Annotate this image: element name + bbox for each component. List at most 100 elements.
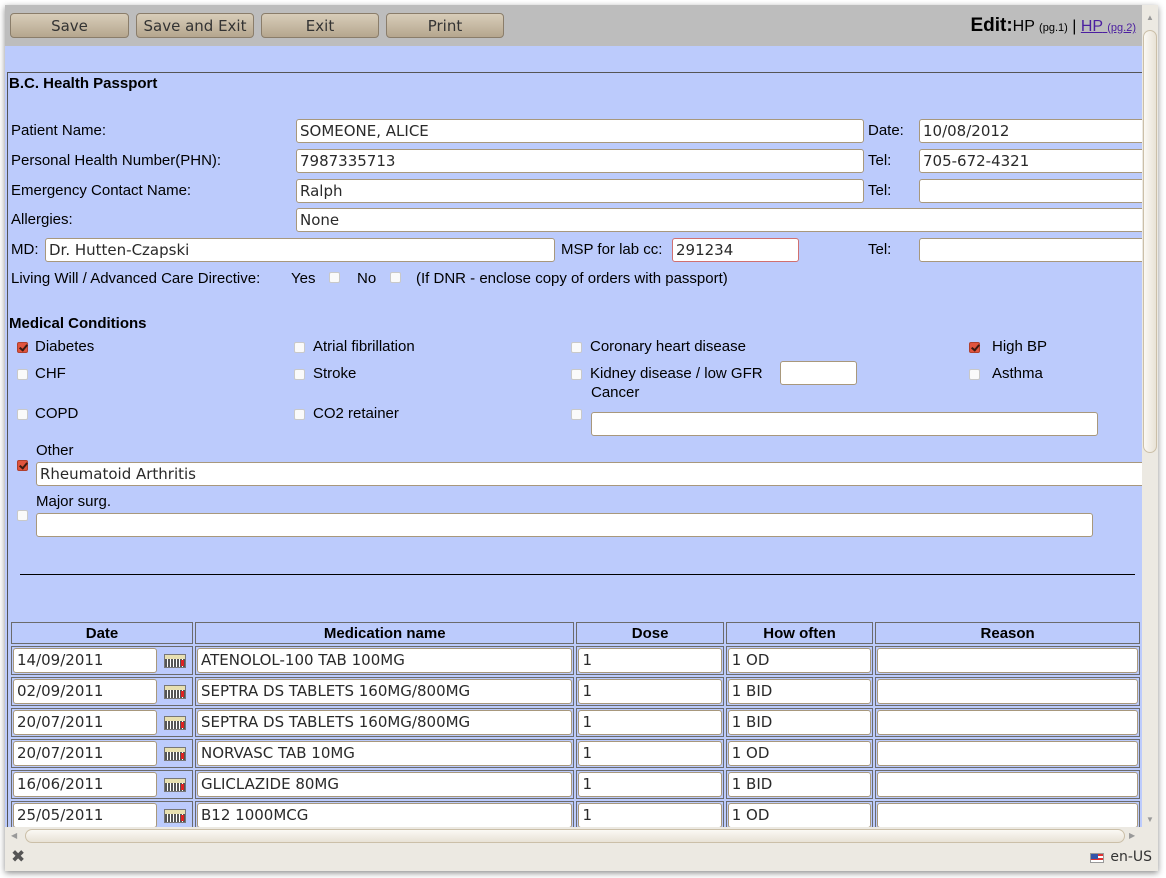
medication-how-often-input[interactable]: 1 BID: [727, 679, 872, 704]
allergies-input[interactable]: None: [296, 208, 1142, 232]
other-input[interactable]: Rheumatoid Arthritis: [36, 462, 1142, 486]
major-surgery-checkbox[interactable]: [17, 510, 28, 521]
save-button[interactable]: Save: [10, 13, 129, 38]
high-bp-checkbox[interactable]: [969, 342, 980, 353]
calendar-icon[interactable]: [164, 653, 186, 668]
medication-date-input[interactable]: 20/07/2011: [13, 710, 157, 735]
vertical-scrollbar[interactable]: ▲ ▼: [1142, 5, 1158, 827]
medication-dose-input[interactable]: 1: [578, 741, 722, 766]
print-button[interactable]: Print: [386, 13, 504, 38]
form-top-border: [7, 72, 1142, 73]
phn-tel-input[interactable]: 705-672-4321: [919, 149, 1142, 173]
medication-date-input[interactable]: 25/05/2011: [13, 803, 157, 827]
diabetes-checkbox[interactable]: [17, 342, 28, 353]
emergency-contact-input[interactable]: Ralph: [296, 179, 864, 203]
medication-dose-input[interactable]: 1: [578, 679, 722, 704]
medication-name-input[interactable]: GLICLAZIDE 80MG: [197, 772, 573, 797]
medication-row: 02/09/2011 SEPTRA DS TABLETS 160MG/800MG 1…: [11, 677, 1140, 706]
medication-name-input[interactable]: SEPTRA DS TABLETS 160MG/800MG: [197, 679, 573, 704]
vertical-scroll-thumb[interactable]: [1143, 30, 1157, 453]
title-separator: |: [1072, 18, 1077, 35]
medication-how-often-input[interactable]: 1 OD: [727, 741, 872, 766]
medication-date-input[interactable]: 20/07/2011: [13, 741, 157, 766]
asthma-checkbox[interactable]: [969, 369, 980, 380]
section-divider: [20, 574, 1135, 575]
how-often-cell: 1 BID: [725, 677, 874, 706]
kidney-disease-checkbox[interactable]: [571, 369, 582, 380]
medication-date-input[interactable]: 02/09/2011: [13, 679, 157, 704]
medication-dose-input[interactable]: 1: [578, 710, 722, 735]
exit-button[interactable]: Exit: [261, 13, 379, 38]
medication-dose-input[interactable]: 1: [578, 648, 722, 673]
md-tel-input[interactable]: [919, 238, 1142, 262]
medication-name-input[interactable]: NORVASC TAB 10MG: [197, 741, 573, 766]
patient-name-label: Patient Name:: [11, 122, 107, 139]
how-often-cell: 1 BID: [725, 708, 874, 737]
how-often-cell: 1 OD: [725, 801, 874, 827]
calendar-icon[interactable]: [164, 808, 186, 823]
name-cell: B12 1000MCG: [195, 801, 575, 827]
copd-checkbox[interactable]: [17, 409, 28, 420]
chf-checkbox[interactable]: [17, 369, 28, 380]
medication-reason-input[interactable]: [877, 710, 1138, 735]
emergency-contact-label: Emergency Contact Name:: [11, 182, 192, 199]
scroll-down-arrow-icon[interactable]: ▼: [1146, 815, 1154, 824]
page-viewport: Save Save and Exit Exit Print Edit:HP (p…: [5, 5, 1142, 827]
medication-name-input[interactable]: ATENOLOL-100 TAB 100MG: [197, 648, 573, 673]
horizontal-scrollbar[interactable]: ◀ ▶: [5, 827, 1142, 844]
medication-name-input[interactable]: B12 1000MCG: [197, 803, 573, 827]
medication-reason-input[interactable]: [877, 772, 1138, 797]
medication-how-often-input[interactable]: 1 OD: [727, 648, 872, 673]
living-will-no-checkbox[interactable]: [390, 272, 401, 283]
medication-date-input[interactable]: 14/09/2011: [13, 648, 157, 673]
md-input[interactable]: Dr. Hutten-Czapski: [45, 238, 555, 262]
calendar-icon[interactable]: [164, 746, 186, 761]
cancer-checkbox[interactable]: [571, 409, 582, 420]
medication-reason-input[interactable]: [877, 679, 1138, 704]
dose-cell: 1: [576, 646, 724, 675]
medication-reason-input[interactable]: [877, 741, 1138, 766]
medication-name-input[interactable]: SEPTRA DS TABLETS 160MG/800MG: [197, 710, 573, 735]
atrial-fibrillation-checkbox[interactable]: [294, 342, 305, 353]
msp-input[interactable]: 291234: [672, 238, 799, 262]
other-checkbox[interactable]: [17, 460, 28, 471]
medication-how-often-input[interactable]: 1 BID: [727, 710, 872, 735]
date-cell: 14/09/2011: [11, 646, 193, 675]
co2-retainer-checkbox[interactable]: [294, 409, 305, 420]
asthma-label: Asthma: [992, 365, 1043, 382]
medication-reason-input[interactable]: [877, 803, 1138, 827]
medication-date-input[interactable]: 16/06/2011: [13, 772, 157, 797]
calendar-icon[interactable]: [164, 684, 186, 699]
medication-reason-input[interactable]: [877, 648, 1138, 673]
patient-name-input[interactable]: SOMEONE, ALICE: [296, 119, 864, 143]
page-2-link[interactable]: HP (pg.2): [1081, 18, 1136, 35]
calendar-icon[interactable]: [164, 715, 186, 730]
save-and-exit-button[interactable]: Save and Exit: [136, 13, 254, 38]
close-x-icon[interactable]: ✖: [11, 847, 25, 867]
dose-cell: 1: [576, 770, 724, 799]
medication-how-often-input[interactable]: 1 BID: [727, 772, 872, 797]
scroll-up-arrow-icon[interactable]: ▲: [1146, 13, 1154, 22]
calendar-icon[interactable]: [164, 777, 186, 792]
date-cell: 02/09/2011: [11, 677, 193, 706]
copd-label: COPD: [35, 405, 79, 422]
emergency-tel-input[interactable]: [919, 179, 1142, 203]
medication-dose-input[interactable]: 1: [578, 772, 722, 797]
cancer-input[interactable]: [591, 412, 1098, 436]
living-will-yes-checkbox[interactable]: [329, 272, 340, 283]
phn-input[interactable]: 7987335713: [296, 149, 864, 173]
date-input[interactable]: 10/08/2012: [919, 119, 1142, 143]
coronary-heart-disease-checkbox[interactable]: [571, 342, 582, 353]
medications-table: Date Medication name Dose How often Reas…: [9, 620, 1142, 827]
scroll-left-arrow-icon[interactable]: ◀: [11, 831, 17, 840]
scroll-right-arrow-icon[interactable]: ▶: [1129, 831, 1135, 840]
stroke-checkbox[interactable]: [294, 369, 305, 380]
gfr-input[interactable]: [780, 361, 857, 385]
locale-indicator[interactable]: en-US: [1110, 849, 1152, 865]
cancer-label: Cancer: [591, 384, 640, 401]
horizontal-scroll-thumb[interactable]: [25, 829, 1125, 843]
medication-how-often-input[interactable]: 1 OD: [727, 803, 872, 827]
major-surgery-input[interactable]: [36, 513, 1093, 537]
medication-dose-input[interactable]: 1: [578, 803, 722, 827]
medication-row: 14/09/2011 ATENOLOL-100 TAB 100MG 1 1 OD: [11, 646, 1140, 675]
